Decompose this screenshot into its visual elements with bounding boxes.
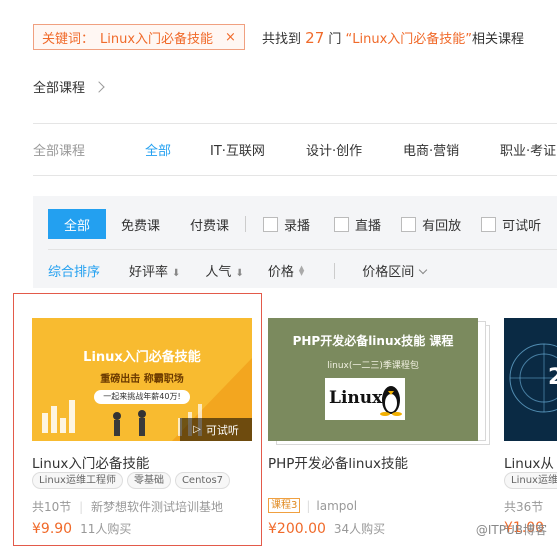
checkbox-box[interactable] (481, 216, 497, 232)
separator (334, 262, 336, 279)
thumbnail-subtitle: 重磅出击 称霸职场 (100, 374, 184, 385)
course-thumbnail[interactable]: 2 (504, 318, 557, 441)
play-icon: ▷ (193, 424, 201, 435)
sort-rating-label: 好评率 (129, 265, 169, 280)
course-meta: 共10节 | 新梦想软件测试培训基地 (32, 498, 223, 515)
keyword-label: 关键词： (42, 31, 95, 47)
course-meta: 课程3 | lampol (268, 498, 357, 513)
course-price: ¥200.00 (268, 521, 326, 537)
category-tab-career[interactable]: 职业·考证 (500, 140, 556, 159)
course-tag[interactable]: Linux运维 (504, 472, 557, 489)
found-keyword: “Linux入门必备技能” (345, 32, 473, 47)
checkbox-box[interactable] (263, 216, 279, 232)
course-tag[interactable]: Centos7 (174, 472, 231, 489)
course-price-row: ¥200.00 34人购买 (268, 520, 385, 537)
checkbox-box[interactable] (401, 216, 417, 232)
linux-logo: Linux (325, 378, 405, 420)
lesson-count: 共10节 (32, 500, 72, 514)
result-summary: 共找到 27 门 “Linux入门必备技能”相关课程 (262, 28, 524, 47)
penguin-icon (380, 386, 402, 416)
course-price-row: ¥9.90 11人购买 (32, 520, 131, 537)
thumbnail-banner: 一起来挑战年薪40万! (94, 390, 190, 404)
sort-rating[interactable]: 好评率 ⬇ (129, 261, 180, 280)
found-unit: 门 (328, 32, 342, 47)
price-range-dropdown[interactable]: 价格区间 (362, 261, 428, 280)
sort-updown-icon: ▲ ▼ (298, 263, 305, 277)
checkbox-live[interactable]: 直播 (334, 215, 381, 234)
thumbnail-subtitle: linux(一二三)季课程包 (327, 361, 419, 371)
filter-row: 全部 免费课 付费课 录播 直播 有回放 可试听 (48, 209, 541, 239)
separator: | (306, 498, 311, 513)
preview-label: 可试听 (205, 423, 239, 437)
course-tag[interactable]: 零基础 (126, 472, 171, 489)
sort-price[interactable]: 价格 ▲ ▼ (268, 261, 304, 280)
sort-default[interactable]: 综合排序 (48, 261, 100, 280)
checkbox-recorded[interactable]: 录播 (263, 215, 310, 234)
sort-popularity-label: 人气 (205, 265, 232, 280)
divider (33, 123, 557, 124)
course-badge: 课程3 (268, 498, 301, 513)
separator: | (79, 500, 84, 514)
breadcrumb[interactable]: 全部课程 (33, 77, 105, 96)
arrow-down-icon: ⬇ (235, 268, 244, 279)
category-tab-design[interactable]: 设计·创作 (306, 140, 403, 159)
sort-popularity[interactable]: 人气 ⬇ (205, 261, 243, 280)
buyer-count: 34人购买 (333, 522, 386, 536)
sort-row: 综合排序 好评率 ⬇ 人气 ⬇ 价格 ▲ ▼ 价格区间 (48, 261, 428, 280)
arrow-down-icon: ⬇ (172, 268, 181, 279)
course-org[interactable]: 新梦想软件测试培训基地 (91, 500, 223, 514)
separator (245, 216, 247, 232)
filter-all-button[interactable]: 全部 (48, 209, 106, 239)
buyer-count: 11人购买 (80, 522, 132, 536)
course-tags: Linux运维工程师 零基础 Centos7 (32, 472, 234, 489)
category-tab-ecommerce[interactable]: 电商·营销 (403, 140, 500, 159)
category-tab-all[interactable]: 全部 (145, 140, 210, 159)
logo-text: Linux (329, 388, 383, 408)
checkbox-replay[interactable]: 有回放 (401, 215, 461, 234)
course-org[interactable]: lampol (316, 499, 357, 513)
course-tag[interactable]: Linux运维工程师 (32, 472, 123, 489)
thumbnail-title: PHP开发必备linux技能 课程 (292, 334, 454, 348)
course-price: ¥9.90 (32, 521, 73, 537)
course-title[interactable]: Linux入门必备技能 (32, 452, 149, 472)
filter-paid[interactable]: 付费课 (190, 215, 229, 234)
category-tab-it[interactable]: IT·互联网 (210, 140, 306, 159)
keyword-value: Linux入门必备技能 (100, 31, 214, 47)
svg-text:2: 2 (548, 365, 557, 390)
course-thumbnail[interactable]: Linux入门必备技能 重磅出击 称霸职场 一起来挑战年薪40万! ▷ 可试听 (32, 318, 252, 441)
watermark: @ITPUB博客 (475, 523, 547, 537)
checkbox-label: 可试听 (502, 218, 542, 234)
checkbox-label: 直播 (355, 218, 382, 234)
checkbox-box[interactable] (334, 216, 350, 232)
category-nav: 全部课程 全部 IT·互联网 设计·创作 电商·营销 职业·考证 (33, 140, 556, 159)
preview-badge[interactable]: ▷ 可试听 (180, 418, 252, 441)
found-count: 27 (305, 29, 325, 47)
filter-free[interactable]: 免费课 (121, 215, 160, 234)
course-thumbnail[interactable]: PHP开发必备linux技能 课程 linux(一二三)季课程包 Linux (268, 318, 478, 441)
chevron-right-icon (93, 80, 105, 93)
found-prefix: 共找到 (262, 32, 302, 47)
found-suffix: 相关课程 (472, 32, 525, 47)
checkbox-label: 录播 (284, 218, 311, 234)
thumbnail-illustration: 2 (504, 318, 557, 441)
course-tags: Linux运维 (504, 472, 557, 489)
close-icon[interactable]: × (225, 30, 236, 45)
category-nav-label: 全部课程 (33, 144, 86, 159)
checkbox-preview[interactable]: 可试听 (481, 215, 541, 234)
course-title[interactable]: Linux从 (504, 452, 554, 472)
breadcrumb-label[interactable]: 全部课程 (33, 77, 85, 96)
course-title[interactable]: PHP开发必备linux技能 (268, 452, 408, 472)
thumbnail-title: Linux入门必备技能 (83, 350, 201, 365)
sort-price-label: 价格 (267, 265, 294, 280)
divider (48, 249, 557, 250)
keyword-tag[interactable]: 关键词： Linux入门必备技能 × (33, 24, 245, 50)
lesson-count: 共36节 (504, 500, 544, 514)
divider (33, 175, 557, 176)
price-range-label: 价格区间 (362, 265, 415, 280)
checkbox-label: 有回放 (422, 218, 462, 234)
chevron-down-icon (419, 265, 428, 275)
